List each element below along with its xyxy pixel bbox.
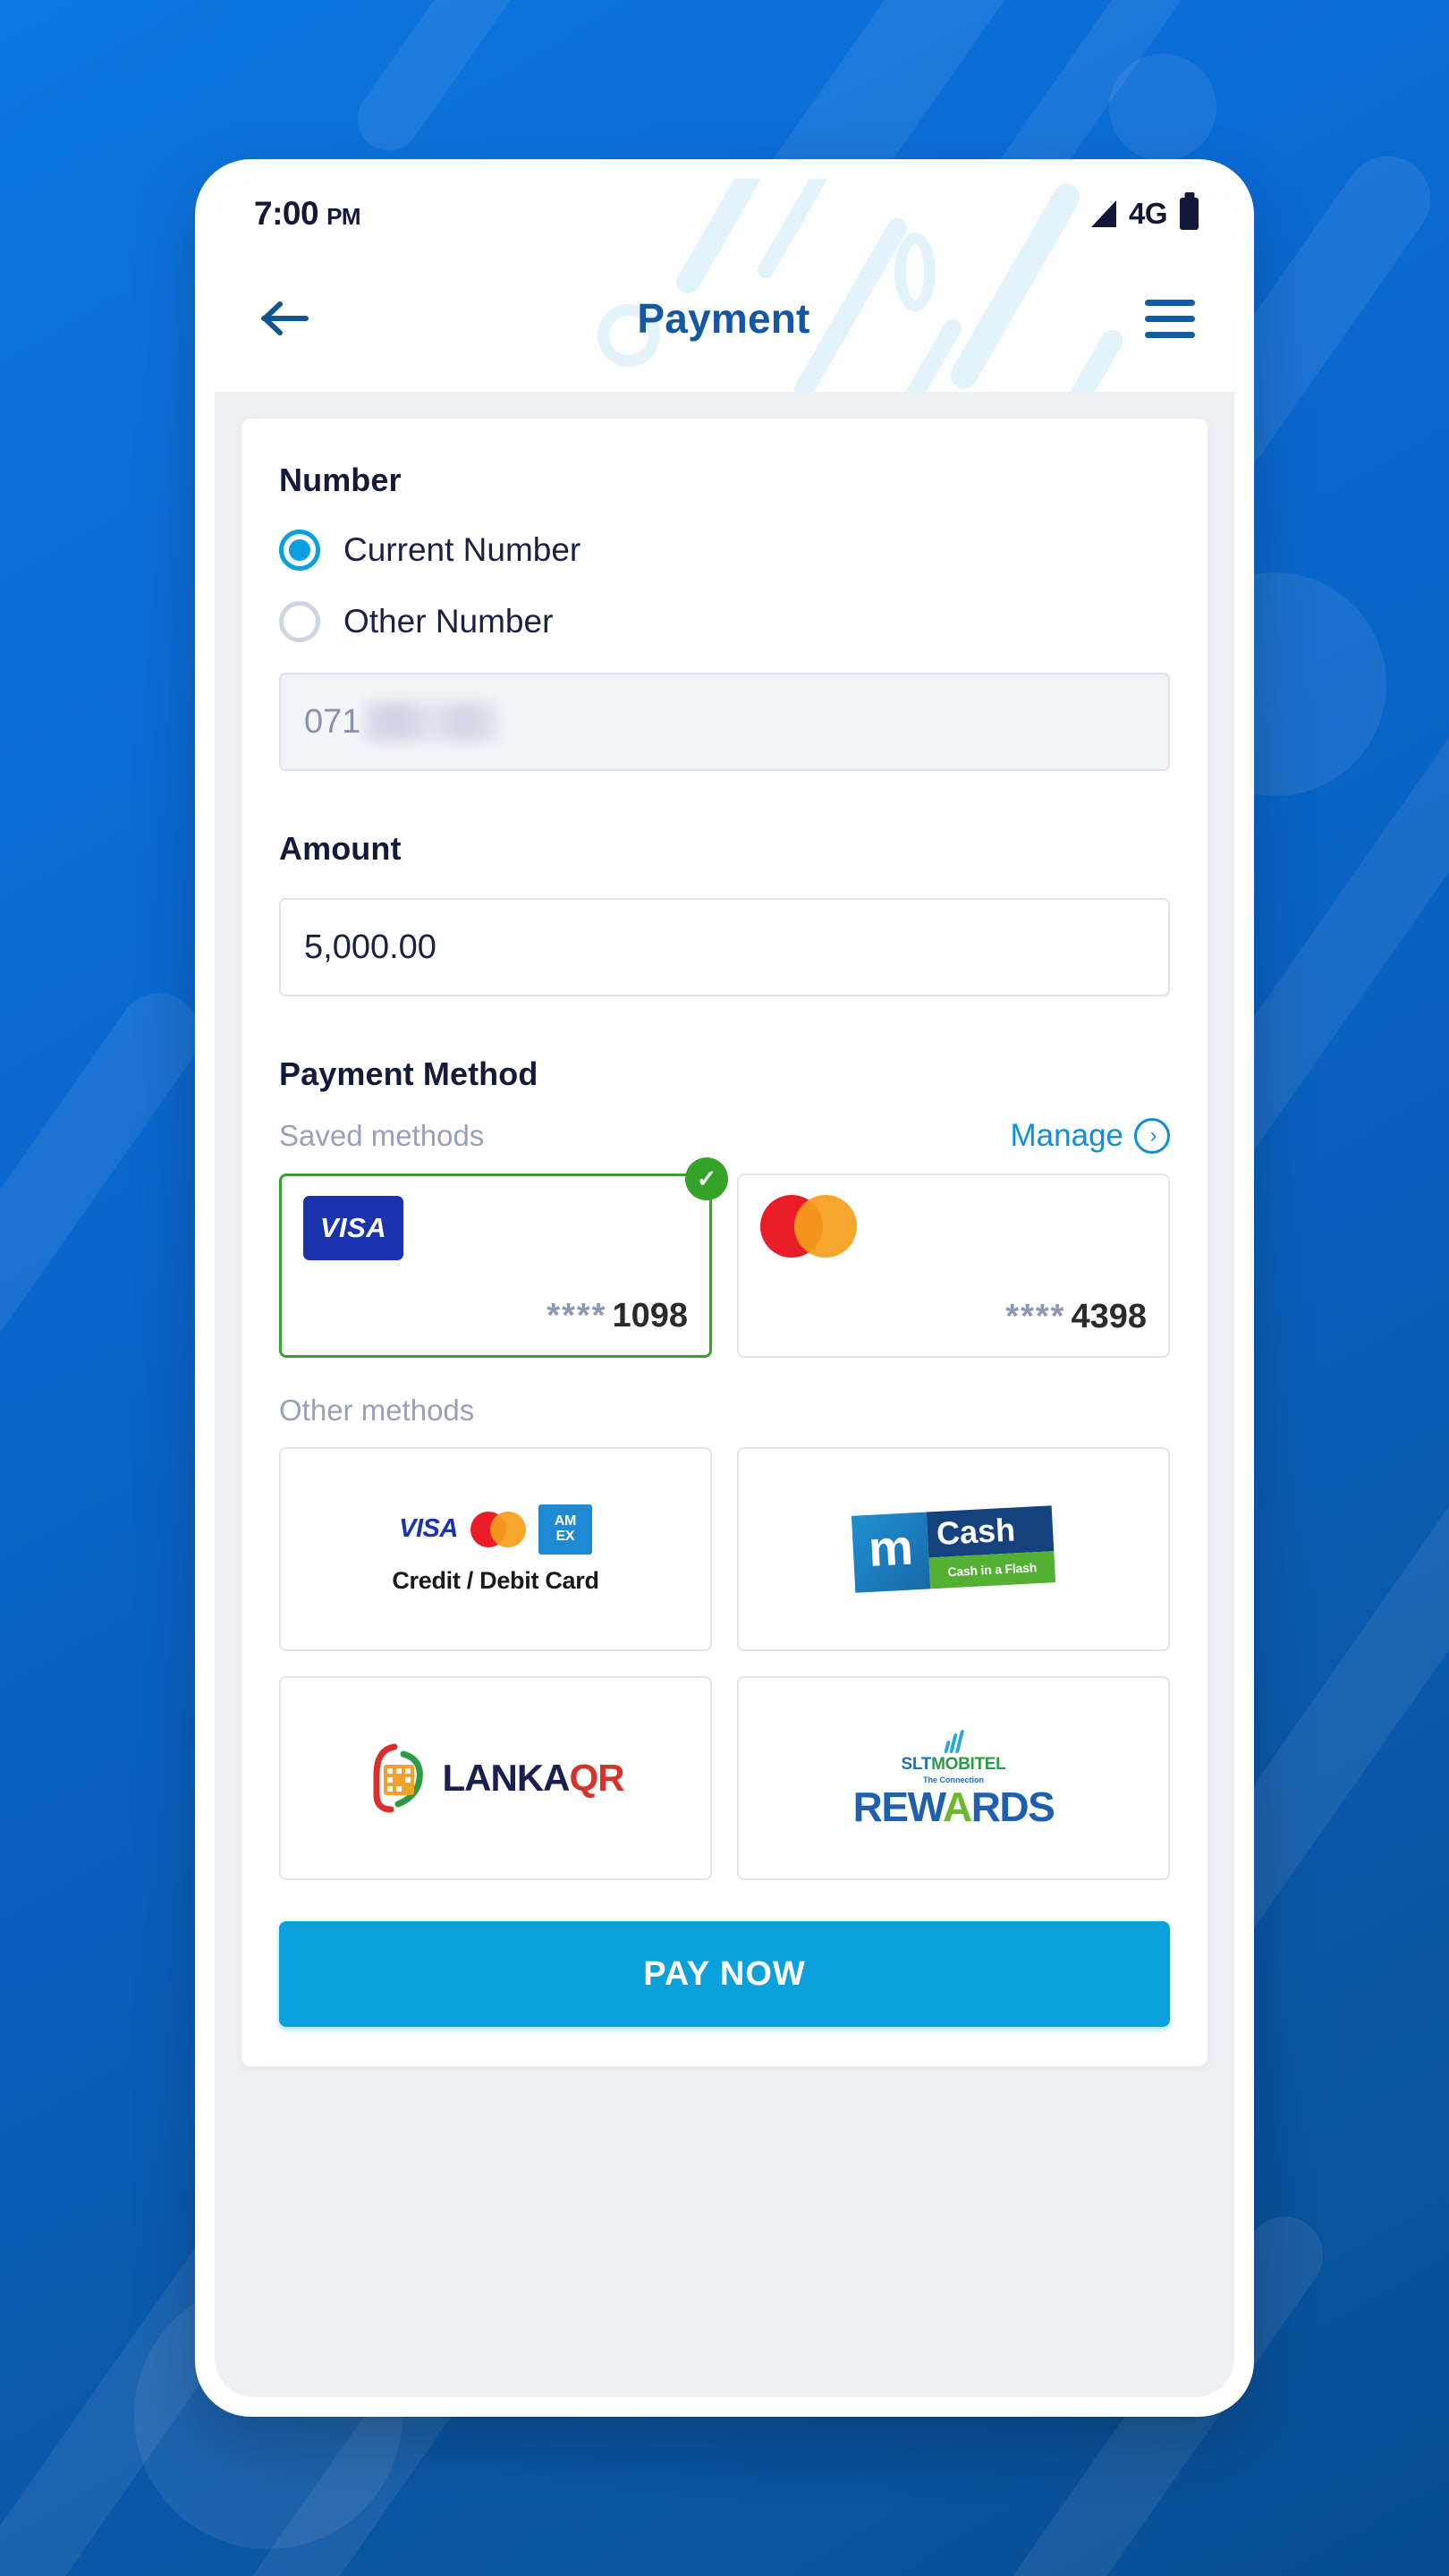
- amount-input-value: 5,000.00: [304, 928, 436, 966]
- saved-card-visa-number: **** 1098: [303, 1297, 688, 1335]
- radio-other-number-label: Other Number: [343, 603, 554, 640]
- amex-logo-line1: AM: [554, 1513, 576, 1529]
- status-bar-time: 7:00 PM: [254, 195, 361, 233]
- saved-card-visa-stars: ****: [547, 1297, 607, 1335]
- chevron-right-circle-icon: ›: [1134, 1118, 1170, 1154]
- visa-small-logo: VISA: [399, 1514, 458, 1543]
- saved-card-mastercard-last4: 4398: [1071, 1298, 1147, 1335]
- mastercard-logo: [760, 1195, 857, 1258]
- qr-code-icon: [373, 1743, 423, 1813]
- mcash-logo-word: Cash: [926, 1505, 1055, 1558]
- radio-other-number-indicator[interactable]: [279, 601, 320, 642]
- saved-methods-header: Saved methods Manage ›: [279, 1118, 1170, 1154]
- network-type-label: 4G: [1128, 197, 1168, 230]
- sltmobitel-brand-slt: SLT: [901, 1754, 932, 1774]
- other-method-mcash[interactable]: m Cash Cash in a Flash: [737, 1447, 1170, 1651]
- saved-methods-grid: ✓ VISA **** 1098 **** 4398: [279, 1157, 1170, 1358]
- saved-card-visa-last4: 1098: [612, 1297, 688, 1335]
- manage-link[interactable]: Manage ›: [1011, 1118, 1170, 1154]
- status-time-meridiem: PM: [326, 203, 361, 230]
- radio-current-number[interactable]: Current Number: [279, 530, 1170, 571]
- rewards-wordmark: REWARDS: [853, 1786, 1055, 1827]
- status-bar-indicators: 4G: [1090, 197, 1199, 231]
- pay-now-button-label: PAY NOW: [643, 1954, 806, 1993]
- radio-current-number-label: Current Number: [343, 531, 581, 568]
- radio-other-number[interactable]: Other Number: [279, 601, 1170, 642]
- check-circle-icon: ✓: [685, 1157, 728, 1200]
- back-button[interactable]: [252, 285, 318, 352]
- signal-triangle-icon: [1090, 200, 1116, 227]
- mcash-logo-tagline: Cash in a Flash: [928, 1551, 1056, 1589]
- page-title: Payment: [637, 295, 810, 342]
- other-method-sltmobitel-rewards[interactable]: SLT MOBITEL The Connection REWARDS: [737, 1676, 1170, 1880]
- status-time-value: 7:00: [254, 195, 319, 232]
- phone-number-prefix: 071: [304, 702, 361, 741]
- mastercard-small-logo: [470, 1511, 526, 1547]
- rewards-wordmark-a: A: [942, 1783, 972, 1830]
- visa-logo-text: VISA: [319, 1212, 387, 1243]
- phone-screen: 7:00 PM 4G Payment Number Current Number…: [215, 179, 1234, 2397]
- sltmobitel-bolt-icon: [944, 1729, 965, 1753]
- other-method-lankaqr[interactable]: LANKAQR: [279, 1676, 712, 1880]
- other-method-credit-debit-card[interactable]: VISA AM EX Credit / Debit Card: [279, 1447, 712, 1651]
- credit-debit-card-label: Credit / Debit Card: [392, 1566, 599, 1594]
- mcash-logo-m: m: [851, 1512, 931, 1593]
- lankaqr-logo-text-secondary: QR: [569, 1757, 624, 1799]
- manage-link-label: Manage: [1010, 1118, 1123, 1153]
- phone-number-input: 071: [279, 673, 1170, 771]
- card-brand-logos: VISA AM EX: [399, 1504, 592, 1555]
- sltmobitel-brand-mobitel: MOBITEL: [931, 1754, 1006, 1774]
- title-bar: Payment: [215, 249, 1234, 388]
- visa-logo: VISA: [303, 1196, 403, 1260]
- back-arrow-icon: [261, 301, 309, 335]
- amount-section-label: Amount: [279, 830, 402, 867]
- mcash-logo: m Cash Cash in a Flash: [851, 1505, 1056, 1593]
- app-header: 7:00 PM 4G Payment: [215, 179, 1234, 392]
- page-body: Number Current Number Other Number 071 A…: [215, 392, 1234, 2397]
- rewards-wordmark-rds: RDS: [970, 1783, 1055, 1830]
- sltmobitel-rewards-logo: SLT MOBITEL The Connection REWARDS: [853, 1729, 1055, 1827]
- amex-logo-line2: EX: [555, 1528, 575, 1544]
- phone-frame: 7:00 PM 4G Payment Number Current Number…: [195, 159, 1254, 2417]
- lankaqr-logo: LANKAQR: [368, 1743, 624, 1813]
- radio-current-number-indicator[interactable]: [279, 530, 320, 571]
- saved-card-mastercard-stars: ****: [1005, 1298, 1066, 1335]
- saved-methods-label: Saved methods: [279, 1119, 485, 1152]
- phone-number-masked-digits: [364, 702, 499, 741]
- payment-method-label: Payment Method: [279, 1055, 538, 1092]
- pay-now-button[interactable]: PAY NOW: [279, 1921, 1170, 2027]
- battery-full-icon: [1180, 198, 1199, 230]
- number-section-label: Number: [279, 462, 402, 498]
- rewards-wordmark-rew: REW: [852, 1783, 945, 1830]
- other-methods-grid: VISA AM EX Credit / Debit Card m Cash Ca…: [279, 1447, 1170, 1880]
- saved-card-mastercard-number: **** 4398: [760, 1298, 1147, 1336]
- saved-card-visa[interactable]: ✓ VISA **** 1098: [279, 1157, 728, 1358]
- hamburger-menu-icon[interactable]: [1129, 285, 1195, 352]
- payment-form-card: Number Current Number Other Number 071 A…: [242, 419, 1208, 2066]
- lankaqr-logo-text-primary: LANKA: [442, 1757, 571, 1799]
- other-methods-label: Other methods: [279, 1394, 475, 1427]
- amount-input[interactable]: 5,000.00: [279, 898, 1170, 996]
- status-bar: 7:00 PM 4G: [215, 179, 1234, 249]
- saved-card-mastercard[interactable]: **** 4398: [737, 1174, 1170, 1358]
- amex-logo: AM EX: [538, 1504, 592, 1555]
- sltmobitel-brand: SLT MOBITEL: [902, 1755, 1006, 1775]
